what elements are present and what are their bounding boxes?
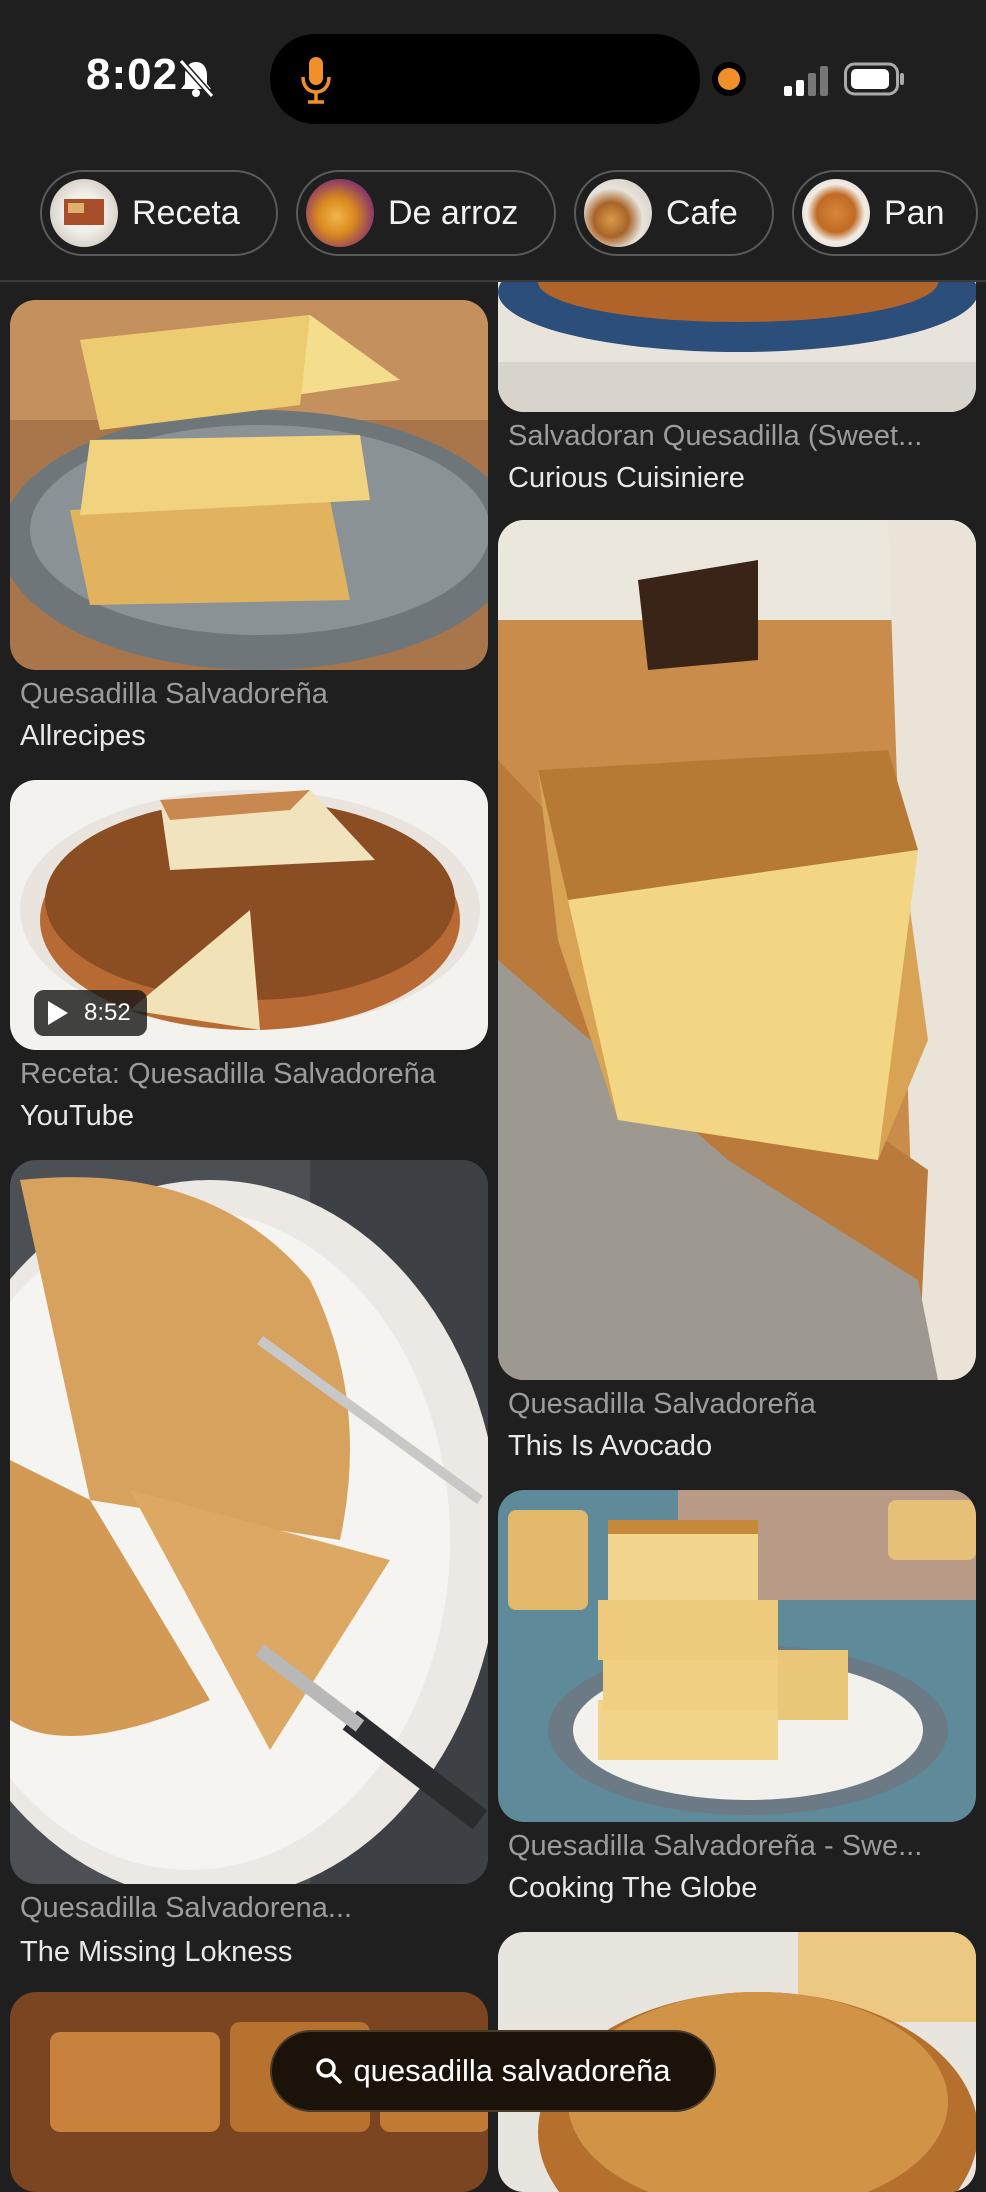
result-card[interactable]: Quesadilla Salvadoreña This Is Avocado <box>498 520 976 1470</box>
chip-pan[interactable]: Pan <box>792 170 978 256</box>
microphone-icon <box>298 55 334 105</box>
result-source: Curious Cuisiniere <box>508 462 745 494</box>
result-title: Quesadilla Salvadorena... <box>20 1892 353 1924</box>
result-source: Allrecipes <box>20 720 146 752</box>
chip-thumbnail-image <box>50 179 118 247</box>
play-icon <box>48 1001 68 1025</box>
result-source: This Is Avocado <box>508 1430 713 1462</box>
result-card[interactable]: Salvadoran Quesadilla (Sweet... Curious … <box>498 282 976 502</box>
result-image <box>10 300 488 670</box>
filter-chips: Receta De arroz Cafe Pan <box>0 170 986 262</box>
chip-thumbnail-image <box>306 179 374 247</box>
result-card[interactable]: Quesadilla Salvadoreña - Swe... Cooking … <box>498 1490 976 1910</box>
result-title: Receta: Quesadilla Salvadoreña <box>20 1058 436 1090</box>
battery-icon <box>844 62 906 96</box>
result-title: Salvadoran Quesadilla (Sweet... <box>508 420 923 452</box>
bell-muted-icon <box>178 58 214 98</box>
chip-thumbnail-image <box>584 179 652 247</box>
result-image <box>498 282 976 412</box>
chip-receta[interactable]: Receta <box>40 170 278 256</box>
chip-label: Cafe <box>666 193 738 232</box>
result-source: The Missing Lokness <box>20 1936 293 1968</box>
chip-label: De arroz <box>388 193 519 232</box>
cellular-signal-icon <box>784 64 830 96</box>
chip-cafe[interactable]: Cafe <box>574 170 774 256</box>
chip-label: Pan <box>884 193 945 232</box>
result-title: Quesadilla Salvadoreña - Swe... <box>508 1830 923 1862</box>
result-source: YouTube <box>20 1100 134 1132</box>
chip-thumbnail-image <box>802 179 870 247</box>
result-title: Quesadilla Salvadoreña <box>20 678 328 710</box>
result-image <box>10 1160 488 1884</box>
search-query-pill[interactable]: quesadilla salvadoreña <box>270 2030 716 2112</box>
status-time: 8:02 <box>86 50 179 99</box>
video-duration-badge: 8:52 <box>34 990 147 1036</box>
search-query-text: quesadilla salvadoreña <box>353 2053 671 2088</box>
result-title: Quesadilla Salvadoreña <box>508 1388 816 1420</box>
result-card[interactable]: Quesadilla Salvadoreña Allrecipes <box>10 300 488 760</box>
dynamic-island <box>270 34 700 124</box>
result-image <box>498 520 976 1380</box>
result-image: 8:52 <box>10 780 488 1050</box>
result-card[interactable]: Quesadilla Salvadorena... The Missing Lo… <box>10 1160 488 1980</box>
chip-label: Receta <box>132 193 240 232</box>
result-image <box>498 1490 976 1822</box>
status-bar: 8:02 <box>0 0 986 160</box>
video-duration: 8:52 <box>84 999 131 1026</box>
result-card[interactable]: 8:52 Receta: Quesadilla Salvadoreña YouT… <box>10 780 488 1140</box>
result-source: Cooking The Globe <box>508 1872 758 1904</box>
chip-de-arroz[interactable]: De arroz <box>296 170 556 256</box>
search-icon <box>315 2057 343 2085</box>
recording-indicator-icon <box>718 68 740 90</box>
